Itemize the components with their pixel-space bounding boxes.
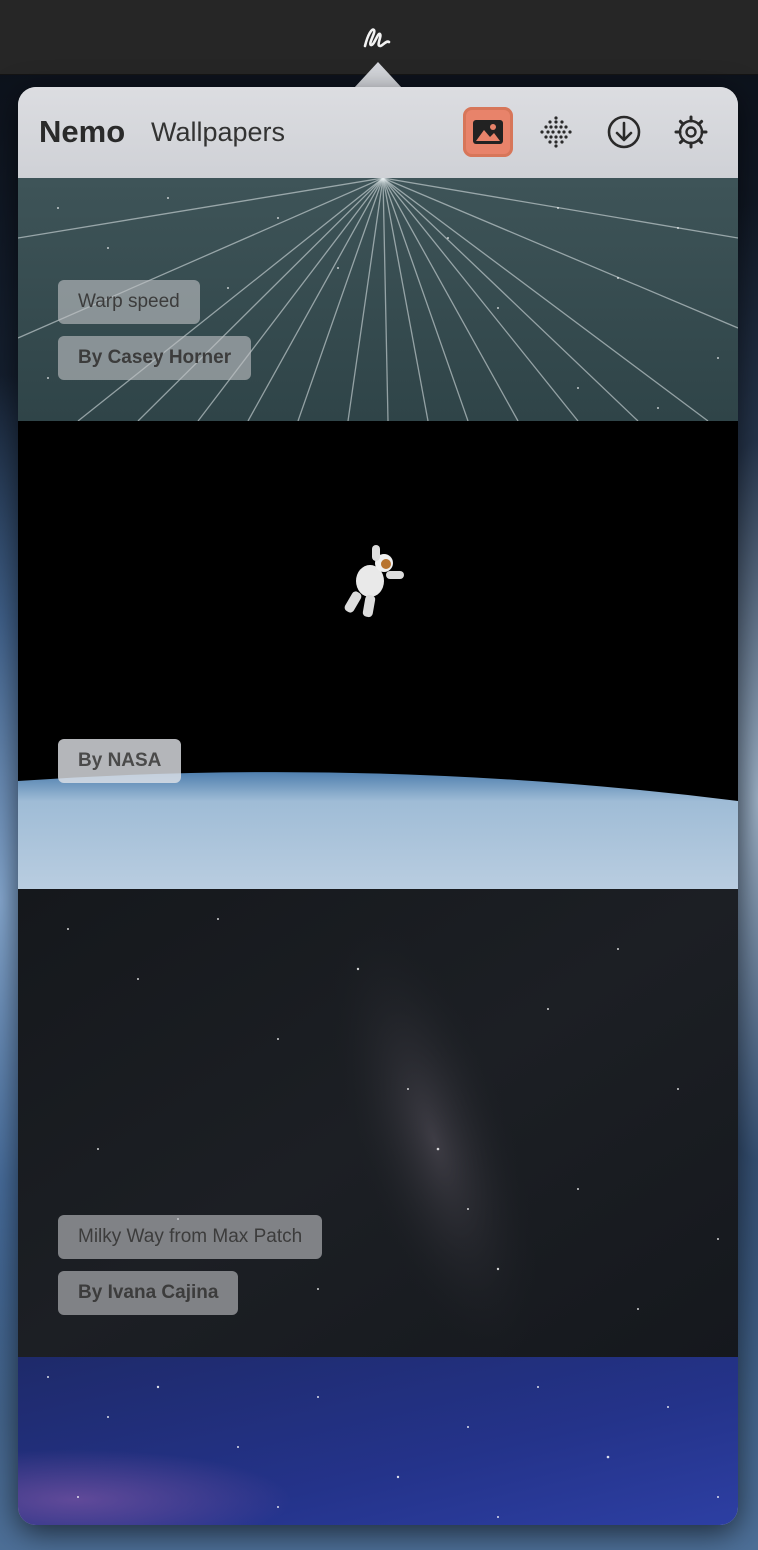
download-icon bbox=[607, 115, 641, 149]
wallpaper-card[interactable]: By NASA bbox=[18, 421, 738, 889]
nemo-popover: Nemo Wallpapers Warp speed By Casey Horn… bbox=[18, 87, 738, 1525]
dots-grid-button[interactable] bbox=[531, 107, 581, 157]
settings-gear-icon bbox=[674, 115, 708, 149]
wallpapers-tab-button[interactable] bbox=[463, 107, 513, 157]
wallpaper-image bbox=[18, 1357, 738, 1525]
popover-arrow bbox=[354, 62, 402, 88]
wallpaper-card[interactable]: Milky Way from Max Patch By Ivana Cajina bbox=[18, 889, 738, 1357]
app-name: Nemo bbox=[39, 114, 126, 149]
wallpaper-feed[interactable]: Warp speed By Casey Horner By NASA Milky… bbox=[18, 178, 738, 1525]
dots-grid-icon bbox=[540, 116, 572, 148]
wallpaper-author-badge[interactable]: By Casey Horner bbox=[58, 336, 252, 380]
wallpaper-image bbox=[18, 421, 738, 889]
popover-header: Nemo Wallpapers bbox=[18, 87, 738, 179]
download-button[interactable] bbox=[599, 107, 649, 157]
wallpaper-title-badge: Milky Way from Max Patch bbox=[58, 1215, 323, 1259]
wallpaper-title-badge: Warp speed bbox=[58, 280, 200, 324]
wallpaper-author-badge[interactable]: By Ivana Cajina bbox=[58, 1271, 239, 1315]
wallpaper-author-badge[interactable]: By NASA bbox=[58, 739, 182, 783]
wallpapers-icon bbox=[473, 120, 503, 144]
wallpaper-card[interactable] bbox=[18, 1357, 738, 1525]
wallpaper-card[interactable]: Warp speed By Casey Horner bbox=[18, 178, 738, 421]
nemo-squiggle-icon[interactable] bbox=[362, 24, 392, 52]
section-title: Wallpapers bbox=[151, 117, 286, 147]
settings-button[interactable] bbox=[666, 107, 716, 157]
